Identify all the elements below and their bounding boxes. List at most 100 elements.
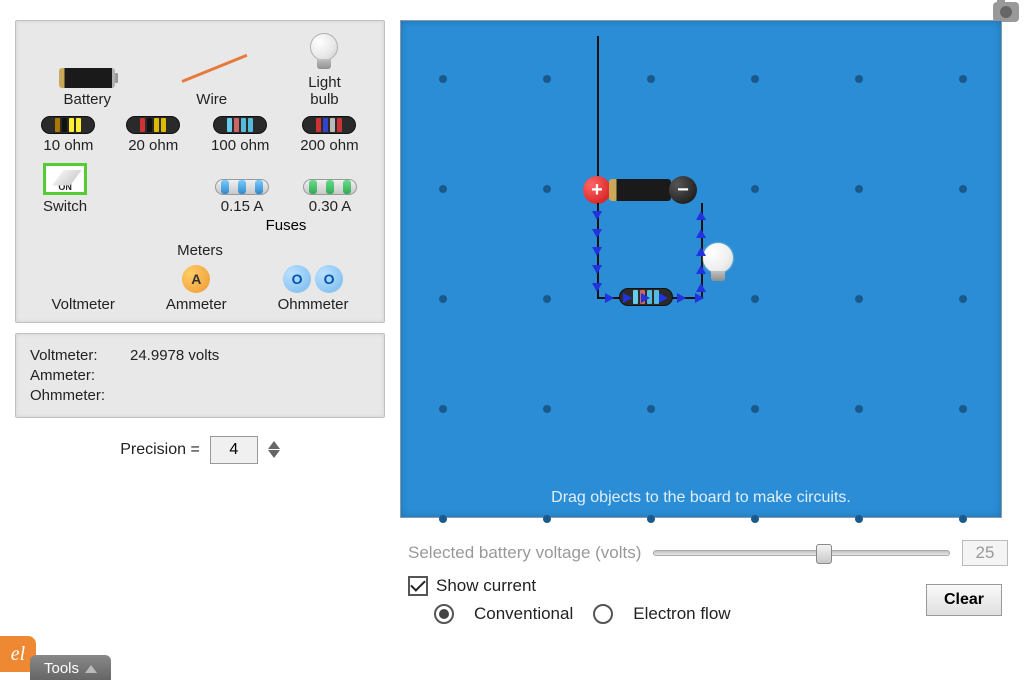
palette-label: Battery (63, 92, 111, 109)
palette-resistor-100[interactable]: 100 ohm (211, 116, 269, 155)
resistor-icon (302, 116, 356, 134)
clear-button[interactable]: Clear (926, 584, 1002, 616)
grid-dot (543, 295, 551, 303)
palette-fuse-030[interactable]: 0.30 A (303, 179, 357, 216)
ohmmeter-icon: O (283, 265, 311, 293)
placed-wire[interactable] (597, 36, 599, 188)
meters-group-label: Meters (26, 242, 374, 259)
current-arrow-icon (641, 293, 650, 303)
grid-dot (439, 75, 447, 83)
current-arrow-icon (623, 293, 632, 303)
palette-label: 100 ohm (211, 138, 269, 155)
ohmmeter-readout-label: Ohmmeter: (30, 387, 130, 404)
grid-dot (751, 295, 759, 303)
current-arrow-icon (695, 293, 704, 303)
grid-dot (855, 515, 863, 523)
resistor-icon (213, 116, 267, 134)
fuse-icon (215, 179, 269, 195)
grid-dot (959, 185, 967, 193)
grid-dot (647, 405, 655, 413)
battery-minus-terminal: − (669, 176, 697, 204)
grid-dot (439, 185, 447, 193)
precision-up-button[interactable] (268, 441, 280, 449)
conventional-label: Conventional (474, 604, 573, 624)
palette-lightbulb[interactable]: Light bulb (308, 33, 341, 108)
fuses-group-label: Fuses (201, 217, 371, 234)
circuit-board[interactable]: + − Drag objects to the board to make ci… (400, 20, 1002, 518)
placed-lightbulb[interactable] (703, 243, 733, 281)
grid-dot (647, 75, 655, 83)
voltage-label: Selected battery voltage (volts) (408, 543, 641, 563)
grid-dot (543, 515, 551, 523)
palette-voltmeter[interactable]: Voltmeter (51, 265, 114, 314)
grid-dot (751, 185, 759, 193)
palette-ohmmeter[interactable]: OO Ohmmeter (278, 265, 349, 314)
screenshot-button[interactable] (993, 2, 1019, 22)
current-arrow-icon (592, 265, 602, 274)
current-arrow-icon (696, 211, 706, 220)
palette-fuse-015[interactable]: 0.15 A (215, 179, 269, 216)
grid-dot (959, 515, 967, 523)
palette-resistor-10[interactable]: 10 ohm (41, 116, 95, 155)
palette-resistor-200[interactable]: 200 ohm (300, 116, 358, 155)
ohmmeter-icon: O (315, 265, 343, 293)
current-arrow-icon (605, 293, 614, 303)
grid-dot (855, 405, 863, 413)
readouts-panel: Voltmeter:24.9978 volts Ammeter: Ohmmete… (15, 333, 385, 418)
palette-label: Light bulb (308, 75, 341, 108)
current-arrow-icon (696, 229, 706, 238)
palette-label: Voltmeter (51, 297, 114, 314)
resistor-icon (41, 116, 95, 134)
conventional-radio[interactable] (434, 604, 454, 624)
grid-dot (751, 75, 759, 83)
grid-dot (855, 75, 863, 83)
chevron-up-icon (85, 665, 97, 673)
voltage-slider-thumb[interactable] (816, 544, 832, 564)
current-arrow-icon (592, 283, 602, 292)
battery-icon (59, 68, 115, 88)
grid-dot (959, 405, 967, 413)
electron-flow-radio[interactable] (593, 604, 613, 624)
voltage-value: 25 (962, 540, 1008, 566)
palette-battery[interactable]: Battery (59, 68, 115, 109)
palette-ammeter[interactable]: A Ammeter (166, 265, 227, 314)
current-arrow-icon (592, 229, 602, 238)
checkmark-icon (410, 576, 426, 592)
grid-dot (751, 515, 759, 523)
fuse-icon (303, 179, 357, 195)
palette-wire[interactable]: Wire (182, 58, 242, 109)
show-current-label: Show current (436, 576, 536, 596)
palette-resistor-20[interactable]: 20 ohm (126, 116, 180, 155)
switch-icon: ON (43, 163, 87, 195)
precision-input[interactable] (210, 436, 258, 464)
tools-tab[interactable]: Tools (30, 655, 111, 680)
electron-flow-label: Electron flow (633, 604, 730, 624)
ammeter-readout-label: Ammeter: (30, 367, 130, 384)
palette-label: 10 ohm (43, 138, 93, 155)
component-palette: Battery Wire Light bulb 10 ohm (15, 20, 385, 323)
placed-battery[interactable]: + − (583, 176, 697, 204)
grid-dot (543, 75, 551, 83)
palette-label: 0.30 A (309, 199, 352, 216)
voltage-slider[interactable] (653, 550, 950, 556)
precision-down-button[interactable] (268, 450, 280, 458)
resistor-icon (126, 116, 180, 134)
current-arrow-icon (696, 247, 706, 256)
grid-dot (543, 185, 551, 193)
precision-label: Precision = (120, 441, 200, 459)
grid-dot (959, 295, 967, 303)
current-arrow-icon (592, 247, 602, 256)
palette-label: 20 ohm (128, 138, 178, 155)
palette-switch[interactable]: ON Switch (43, 163, 87, 216)
grid-dot (855, 185, 863, 193)
show-current-checkbox[interactable] (408, 576, 428, 596)
grid-dot (439, 295, 447, 303)
palette-label: Wire (196, 92, 227, 109)
palette-label: 0.15 A (221, 199, 264, 216)
lightbulb-icon (310, 33, 338, 71)
palette-label: Ammeter (166, 297, 227, 314)
battery-plus-terminal: + (583, 176, 611, 204)
current-arrow-icon (696, 265, 706, 274)
board-hint-text: Drag objects to the board to make circui… (401, 489, 1001, 507)
grid-dot (751, 405, 759, 413)
